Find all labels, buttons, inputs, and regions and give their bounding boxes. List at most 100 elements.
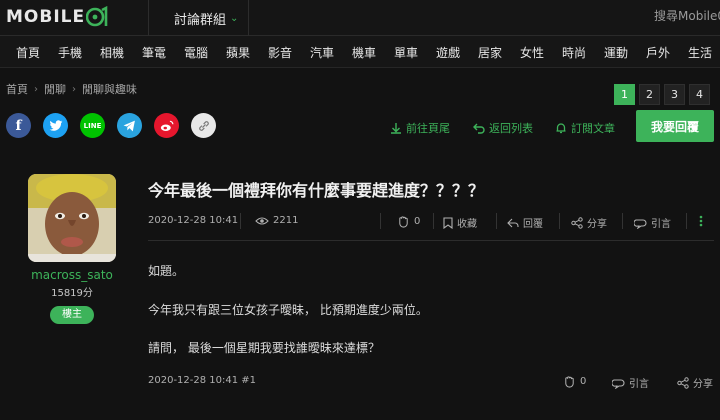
cat-outdoor[interactable]: 戶外 xyxy=(646,44,670,61)
meta-divider xyxy=(559,213,560,229)
avatar[interactable] xyxy=(28,174,116,262)
reply-label: 回覆 xyxy=(523,219,543,230)
footer-quote-label: 引言 xyxy=(629,379,649,390)
telegram-share-button[interactable] xyxy=(117,113,142,138)
go-to-last-page-link[interactable]: 前往頁尾 xyxy=(390,120,450,136)
category-nav: 首頁 手機 相機 筆電 電腦 蘋果 影音 汽車 機車 單車 遊戲 居家 女性 時… xyxy=(0,36,720,68)
quote-icon xyxy=(612,378,625,389)
more-options-button[interactable] xyxy=(699,215,703,227)
forum-group-label: 討論群組 xyxy=(174,13,227,28)
cat-laptop[interactable]: 筆電 xyxy=(142,44,166,61)
cat-home-living[interactable]: 居家 xyxy=(478,44,502,61)
footer-share-link[interactable]: 分享 xyxy=(677,375,713,390)
bookmark-icon xyxy=(443,216,453,229)
post-body-line: 如題。 xyxy=(148,264,185,278)
meta-divider xyxy=(433,213,434,229)
cat-car[interactable]: 汽車 xyxy=(310,44,334,61)
meta-divider xyxy=(622,213,623,229)
top-bar: MOBILE 討論群組 ⌄ 搜尋Mobile01 xyxy=(0,0,720,36)
weibo-share-button[interactable] xyxy=(154,113,179,138)
share-icon xyxy=(677,376,689,389)
collect-label: 收藏 xyxy=(457,219,477,230)
cat-camera[interactable]: 相機 xyxy=(100,44,124,61)
telegram-icon xyxy=(123,120,135,131)
clap-icon xyxy=(399,216,408,228)
facebook-share-button[interactable]: f xyxy=(6,113,31,138)
meta-divider xyxy=(380,213,381,229)
post-floor-info: 2020-12-28 10:41 #1 xyxy=(148,375,256,386)
breadcrumb: 首頁 › 閒聊 › 閒聊與趣味 xyxy=(6,81,137,97)
collect-button[interactable]: 收藏 xyxy=(443,215,477,230)
share-link[interactable]: 分享 xyxy=(571,215,607,230)
vertical-dots-icon xyxy=(699,215,703,227)
post-body-line: 今年我只有跟三位女孩子曖昧， 比預期進度少兩位。 xyxy=(148,303,428,317)
chevron-right-icon: › xyxy=(72,83,76,95)
view-count-text: 2211 xyxy=(273,215,299,226)
author-points: 15819分 xyxy=(51,288,93,299)
cat-sports[interactable]: 運動 xyxy=(604,44,628,61)
facebook-icon: f xyxy=(15,117,22,134)
post-title: 今年最後一個禮拜你有什麼事要趕進度？？？？ xyxy=(148,181,485,200)
cat-home[interactable]: 首頁 xyxy=(16,44,40,61)
like-count: 0 xyxy=(414,216,421,227)
quote-link[interactable]: 引言 xyxy=(634,215,671,230)
subscribe-label: 訂閱文章 xyxy=(571,122,615,135)
cat-motorcycle[interactable]: 機車 xyxy=(352,44,376,61)
footer-quote-link[interactable]: 引言 xyxy=(612,375,649,390)
meta-divider xyxy=(496,213,497,229)
forum-group-menu[interactable]: 討論群組 ⌄ xyxy=(174,9,238,28)
breadcrumb-item[interactable]: 首頁 xyxy=(6,81,28,97)
post-date: 2020-12-28 10:41 xyxy=(148,215,238,226)
page-button-2[interactable]: 2 xyxy=(639,84,660,105)
meta-divider xyxy=(240,213,241,229)
copy-link-button[interactable] xyxy=(191,113,216,138)
breadcrumb-item[interactable]: 閒聊與趣味 xyxy=(82,81,137,97)
avatar-image xyxy=(28,174,116,262)
site-logo[interactable]: MOBILE xyxy=(6,6,110,28)
eye-icon xyxy=(255,216,269,225)
chevron-down-icon: ⌄ xyxy=(230,13,239,24)
quote-label: 引言 xyxy=(651,219,671,230)
meta-divider xyxy=(686,213,687,229)
line-share-button[interactable]: LINE xyxy=(80,113,105,138)
cat-fashion[interactable]: 時尚 xyxy=(562,44,586,61)
back-to-list-link[interactable]: 返回列表 xyxy=(473,120,533,136)
cat-phone[interactable]: 手機 xyxy=(58,44,82,61)
breadcrumb-item[interactable]: 閒聊 xyxy=(44,81,66,97)
page-button-3[interactable]: 3 xyxy=(664,84,685,105)
reply-link[interactable]: 回覆 xyxy=(507,215,543,230)
post-floor-text: 2020-12-28 10:41 #1 xyxy=(148,375,257,386)
bell-icon xyxy=(556,123,566,134)
search-input[interactable]: 搜尋Mobile01 xyxy=(654,7,720,24)
cat-women[interactable]: 女性 xyxy=(520,44,544,61)
reply-arrow-icon xyxy=(507,218,519,227)
cat-bicycle[interactable]: 單車 xyxy=(394,44,418,61)
arrow-down-icon xyxy=(391,123,401,134)
subscribe-link[interactable]: 訂閱文章 xyxy=(555,120,615,136)
reply-button[interactable]: 我要回覆 xyxy=(636,110,714,142)
cat-apple[interactable]: 蘋果 xyxy=(226,44,250,61)
share-label: 分享 xyxy=(587,219,607,230)
topbar-divider xyxy=(248,0,249,36)
go-to-last-page-label: 前往頁尾 xyxy=(406,122,450,135)
footer-share-label: 分享 xyxy=(693,379,713,390)
page-button-4[interactable]: 4 xyxy=(689,84,710,105)
twitter-share-button[interactable] xyxy=(43,113,68,138)
cat-life[interactable]: 生活 xyxy=(688,44,712,61)
twitter-icon xyxy=(49,119,62,131)
author-name[interactable]: macross_sato xyxy=(28,268,116,282)
cat-computer[interactable]: 電腦 xyxy=(184,44,208,61)
op-badge: 樓主 xyxy=(50,306,94,324)
like-button[interactable]: 0 xyxy=(397,215,420,228)
share-icon xyxy=(571,216,583,229)
quote-icon xyxy=(634,218,647,229)
footer-like-button[interactable]: 0 xyxy=(563,375,586,388)
page-button-1[interactable]: 1 xyxy=(614,84,635,105)
chevron-right-icon: › xyxy=(34,83,38,95)
cat-games[interactable]: 遊戲 xyxy=(436,44,460,61)
post-body-line: 請問， 最後一個星期我要找誰曖昧來達標？ xyxy=(148,341,380,355)
clap-icon xyxy=(565,376,574,388)
link-icon xyxy=(198,120,209,131)
line-icon: LINE xyxy=(83,121,102,130)
cat-av[interactable]: 影音 xyxy=(268,44,292,61)
